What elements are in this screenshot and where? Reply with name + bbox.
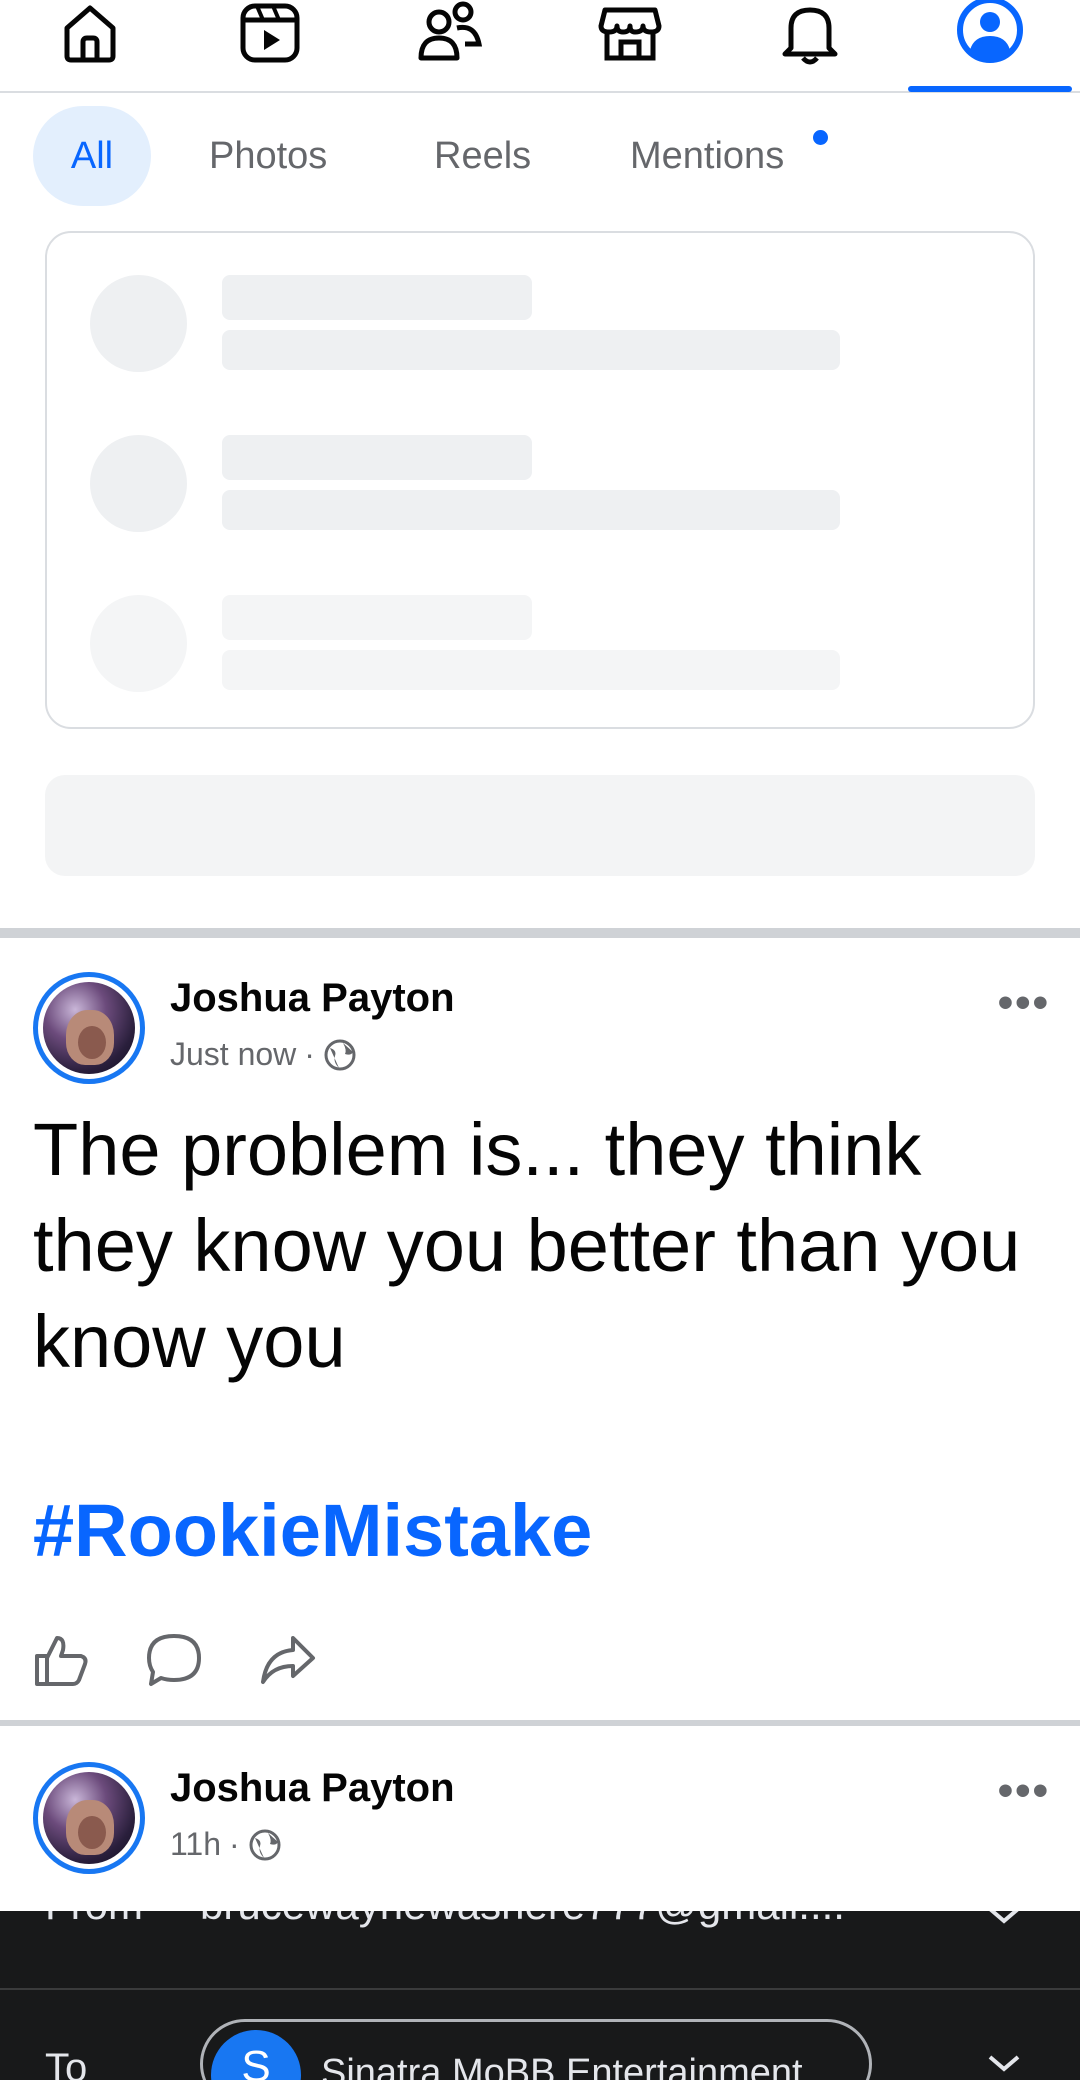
post-meta: 11h · xyxy=(170,1826,282,1863)
recipient-avatar: S xyxy=(211,2030,301,2080)
nav-home[interactable] xyxy=(0,0,180,93)
tab-mentions[interactable]: Mentions xyxy=(630,106,784,206)
filter-tabs: All Photos Reels Mentions xyxy=(0,100,1080,212)
tab-all[interactable]: All xyxy=(33,106,151,206)
chevron-down-icon[interactable] xyxy=(986,1911,1022,1927)
chevron-down-icon[interactable] xyxy=(986,2051,1022,2075)
skeleton-avatar xyxy=(90,435,187,532)
skeleton-line xyxy=(222,435,532,480)
loading-skeleton-bar xyxy=(45,775,1035,876)
like-icon[interactable] xyxy=(33,1632,89,1688)
email-compose-overlay: From brucewaynewashere777@gmail.... To S… xyxy=(0,1911,1080,2080)
post-timestamp[interactable]: 11h xyxy=(170,1826,221,1863)
skeleton-row xyxy=(47,265,1033,375)
post-card: Joshua Payton Just now · ••• The problem… xyxy=(0,938,1080,1720)
nav-notifications[interactable] xyxy=(720,0,900,93)
tab-reels[interactable]: Reels xyxy=(434,106,531,206)
meta-separator: · xyxy=(229,1826,240,1862)
tab-photos[interactable]: Photos xyxy=(209,106,327,206)
skeleton-line xyxy=(222,490,840,530)
top-nav-bar xyxy=(0,0,1080,93)
loading-skeleton-card xyxy=(45,231,1035,729)
divider xyxy=(0,1988,1080,1990)
skeleton-avatar xyxy=(90,275,187,372)
profile-icon xyxy=(957,0,1023,63)
comment-icon[interactable] xyxy=(145,1632,203,1688)
author-avatar[interactable] xyxy=(33,1762,145,1874)
skeleton-line xyxy=(222,330,840,370)
friends-icon xyxy=(418,1,483,61)
skeleton-row xyxy=(47,585,1033,695)
post-actions xyxy=(33,1632,317,1688)
post-hashtag[interactable]: #RookieMistake xyxy=(33,1488,592,1573)
post-more-button[interactable]: ••• xyxy=(998,978,1050,1028)
nav-active-indicator xyxy=(908,86,1072,92)
from-label: From xyxy=(45,1911,143,1929)
post-author-name[interactable]: Joshua Payton xyxy=(170,1766,455,1811)
post-text: The problem is... they think they know y… xyxy=(33,1108,1021,1383)
recipient-name: Sinatra MoBB Entertainment xyxy=(321,2052,803,2080)
share-icon[interactable] xyxy=(259,1632,317,1688)
post-card: Joshua Payton 11h · ••• xyxy=(0,1726,1080,1911)
nav-video[interactable] xyxy=(180,0,360,93)
globe-icon xyxy=(249,1829,281,1860)
post-meta: Just now · xyxy=(170,1036,357,1073)
skeleton-avatar xyxy=(90,595,187,692)
bell-icon xyxy=(782,7,838,65)
author-avatar[interactable] xyxy=(33,972,145,1084)
post-more-button[interactable]: ••• xyxy=(998,1766,1050,1816)
skeleton-line xyxy=(222,275,532,320)
nav-marketplace[interactable] xyxy=(540,0,720,93)
skeleton-line xyxy=(222,650,840,690)
home-icon xyxy=(64,5,116,63)
marketplace-icon xyxy=(598,7,662,61)
skeleton-line xyxy=(222,595,532,640)
from-email-field[interactable]: brucewaynewashere777@gmail.... xyxy=(200,1911,845,1929)
post-author-name[interactable]: Joshua Payton xyxy=(170,976,455,1021)
skeleton-row xyxy=(47,425,1033,535)
nav-friends[interactable] xyxy=(360,0,540,93)
video-icon xyxy=(240,3,300,63)
feed-divider xyxy=(0,928,1080,938)
recipient-chip[interactable]: S Sinatra MoBB Entertainment xyxy=(200,2019,872,2080)
nav-profile[interactable] xyxy=(900,0,1080,93)
to-label: To xyxy=(45,2046,88,2080)
mentions-unread-dot xyxy=(813,130,828,145)
globe-icon xyxy=(324,1039,356,1070)
post-timestamp[interactable]: Just now xyxy=(170,1036,296,1073)
meta-separator: · xyxy=(304,1036,315,1072)
